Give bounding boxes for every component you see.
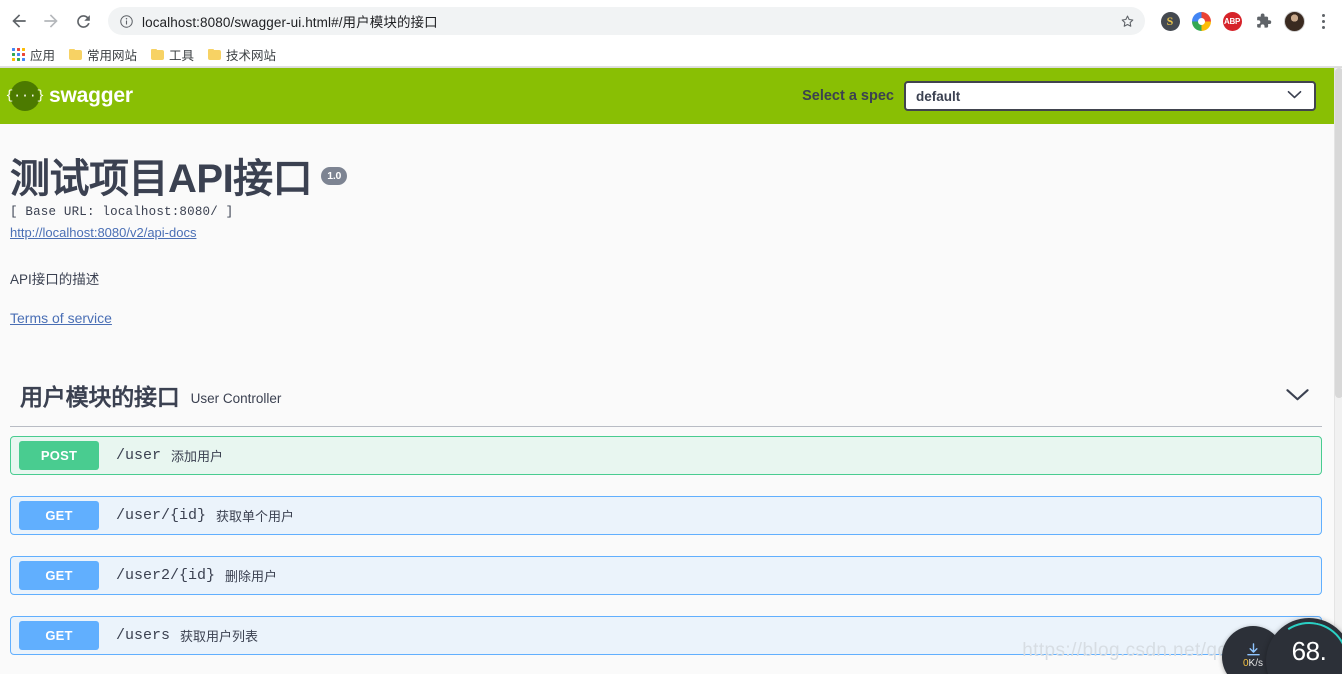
operation-summary: 删除用户 (225, 569, 278, 584)
back-button[interactable] (4, 6, 34, 36)
chevron-down-icon[interactable] (1285, 387, 1310, 403)
download-arrow-icon (1246, 643, 1260, 656)
version-badge: 1.0 (321, 167, 348, 185)
back-arrow-icon (12, 14, 26, 28)
browser-chrome: localhost:8080/swagger-ui.html#/用户模块的接口 … (0, 0, 1342, 68)
network-speed-unit: K/s (1248, 658, 1263, 669)
chevron-down-icon (1287, 87, 1302, 105)
browser-toolbar: localhost:8080/swagger-ui.html#/用户模块的接口 … (0, 0, 1342, 42)
swagger-braces-icon: {···} (6, 81, 45, 111)
sidebar-extension-icon[interactable]: S (1159, 10, 1181, 32)
url-text: localhost:8080/swagger-ui.html#/用户模块的接口 (142, 15, 438, 30)
operation-row-get-user2-id[interactable]: GET /user2/{id} 删除用户 (10, 556, 1322, 595)
page-scrollbar-thumb[interactable] (1335, 68, 1342, 398)
adblock-plus-glyph: ABP (1222, 11, 1242, 31)
method-badge: POST (19, 441, 99, 470)
bookmark-label: 应用 (30, 48, 56, 63)
page-scrollbar-track[interactable] (1334, 68, 1342, 674)
reload-icon (76, 14, 90, 28)
spec-selector: Select a spec default (802, 81, 1316, 111)
puzzle-piece-icon[interactable] (1252, 10, 1274, 32)
operations-list: POST /user 添加用户 GET /user/{id} 获取单个用户 GE… (10, 436, 1322, 655)
operation-row-get-user-id[interactable]: GET /user/{id} 获取单个用户 (10, 496, 1322, 535)
page-title: 测试项目API接口 (10, 157, 313, 201)
folder-icon (208, 48, 222, 60)
spec-select-dropdown[interactable]: default (904, 81, 1316, 111)
operation-row-post-user[interactable]: POST /user 添加用户 (10, 436, 1322, 475)
bookmark-folder-1[interactable]: 常用网站 (63, 43, 145, 66)
address-bar[interactable]: localhost:8080/swagger-ui.html#/用户模块的接口 (108, 7, 1145, 35)
tag-section-user-controller: 用户模块的接口 User Controller POST /user 添加用户 … (0, 378, 1334, 655)
bookmark-label: 常用网站 (87, 48, 138, 63)
bookmarks-bar: 应用 常用网站 工具 技术网站 (0, 42, 1342, 67)
tag-description: User Controller (190, 390, 282, 406)
bookmark-folder-2[interactable]: 工具 (145, 43, 202, 66)
api-info-block: 测试项目API接口 1.0 [ Base URL: localhost:8080… (0, 124, 1334, 328)
operation-summary: 获取单个用户 (216, 509, 295, 524)
kebab-menu-icon[interactable] (1314, 10, 1332, 32)
operation-summary: 添加用户 (171, 449, 224, 464)
operation-summary: 获取用户列表 (180, 629, 259, 644)
operation-path: /user (116, 447, 162, 464)
adblock-plus-icon[interactable]: ABP (1221, 10, 1243, 32)
base-url-text: [ Base URL: localhost:8080/ ] (10, 205, 234, 219)
forward-button[interactable] (36, 6, 66, 36)
terms-of-service-link[interactable]: Terms of service (10, 310, 112, 326)
bookmark-label: 技术网站 (226, 48, 277, 63)
api-description: API接口的描述 (10, 272, 100, 287)
method-badge: GET (19, 501, 99, 530)
api-docs-link[interactable]: http://localhost:8080/v2/api-docs (10, 225, 196, 240)
swagger-ui-page: {···} swagger Select a spec default 测试项目… (0, 68, 1334, 674)
star-icon[interactable] (1115, 9, 1139, 33)
network-speed-small-text: 0K/s (1243, 658, 1263, 669)
forward-arrow-icon (44, 14, 58, 28)
tag-header[interactable]: 用户模块的接口 User Controller (10, 378, 1322, 427)
avatar[interactable] (1283, 10, 1305, 32)
bookmark-label: 工具 (169, 48, 195, 63)
spec-select-value: default (916, 88, 961, 104)
api-title-row: 测试项目API接口 1.0 (10, 158, 1314, 200)
reload-button[interactable] (68, 6, 98, 36)
operation-row-get-users[interactable]: GET /users 获取用户列表 (10, 616, 1322, 655)
folder-icon (151, 48, 165, 60)
page-viewport: {···} swagger Select a spec default 测试项目… (0, 68, 1342, 674)
folder-icon (69, 48, 83, 60)
apps-grid-icon (12, 47, 25, 61)
bookmark-apps[interactable]: 应用 (6, 43, 63, 66)
info-circle-icon[interactable] (118, 13, 134, 29)
method-badge: GET (19, 621, 99, 650)
swagger-wordmark: swagger (49, 84, 133, 107)
operation-path: /user/{id} (116, 507, 207, 524)
swagger-logo[interactable]: {···} swagger (6, 81, 133, 111)
operation-path: /user2/{id} (116, 567, 216, 584)
chrome-extension-icon[interactable] (1190, 10, 1212, 32)
tag-name: 用户模块的接口 (20, 384, 180, 410)
sidebar-extension-glyph: S (1160, 11, 1180, 31)
method-badge: GET (19, 561, 99, 590)
bookmark-folder-3[interactable]: 技术网站 (202, 43, 284, 66)
swagger-topbar: {···} swagger Select a spec default (0, 68, 1334, 124)
select-a-spec-label: Select a spec (802, 88, 894, 104)
operation-path: /users (116, 627, 171, 644)
extension-icons: S ABP (1153, 10, 1332, 32)
